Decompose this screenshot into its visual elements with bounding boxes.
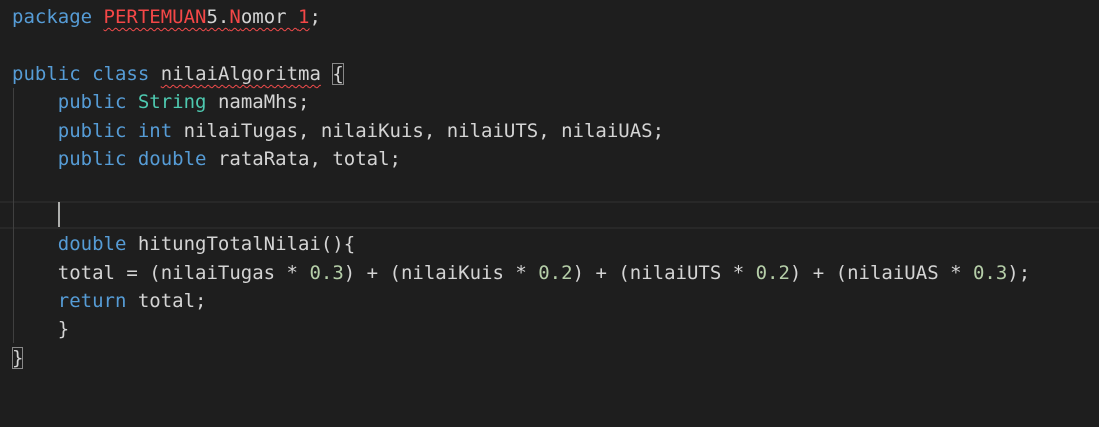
package-name-segment: PERTEMUAN xyxy=(103,6,207,28)
class-name: nilaiAlgoritma xyxy=(160,63,321,85)
code-line-field-namaMhs[interactable]: public String namaMhs; xyxy=(12,88,310,116)
current-line-highlight xyxy=(0,201,1099,229)
number-literal: 0.2 xyxy=(755,262,790,284)
code-line-class-declaration[interactable]: public class nilaiAlgoritma { xyxy=(12,60,344,88)
expression-part: ) + (nilaiUAS * xyxy=(789,262,973,284)
keyword-return: return xyxy=(57,290,127,312)
number-literal: 0.2 xyxy=(538,262,573,284)
type-string: String xyxy=(137,91,207,113)
field-declaration: namaMhs; xyxy=(206,91,310,113)
code-line-field-double[interactable]: public double rataRata, total; xyxy=(12,145,401,173)
code-line-package[interactable]: package PERTEMUAN5.Nomor 1; xyxy=(12,3,321,31)
close-brace: } xyxy=(12,347,24,369)
number-literal: 0.3 xyxy=(309,262,344,284)
code-line-return[interactable]: return total; xyxy=(12,287,207,315)
code-editor[interactable]: package PERTEMUAN5.Nomor 1; public class… xyxy=(0,0,1099,427)
package-name-segment: 5. xyxy=(206,6,230,28)
package-name-segment: 1 xyxy=(298,6,310,28)
field-declaration: rataRata, total; xyxy=(206,148,401,170)
code-line-class-close[interactable]: } xyxy=(12,344,24,372)
close-brace: } xyxy=(57,318,70,340)
text-cursor xyxy=(58,202,60,227)
code-line-method-signature[interactable]: double hitungTotalNilai(){ xyxy=(12,230,355,258)
package-name-segment: N xyxy=(229,6,241,28)
expression-part: ) + (nilaiUTS * xyxy=(572,262,756,284)
keyword-public: public xyxy=(57,148,127,170)
expression-part: total = (nilaiTugas * xyxy=(57,262,310,284)
keyword-public: public xyxy=(57,91,127,113)
keyword-public: public xyxy=(57,120,127,142)
type-double: double xyxy=(57,233,127,255)
package-name-segment: omor xyxy=(240,6,299,28)
type-double: double xyxy=(137,148,207,170)
code-line-total-assignment[interactable]: total = (nilaiTugas * 0.3) + (nilaiKuis … xyxy=(12,259,1030,287)
method-name: hitungTotalNilai(){ xyxy=(126,233,356,255)
keyword-package: package xyxy=(12,6,93,28)
expression-part: ) + (nilaiKuis * xyxy=(343,262,539,284)
code-line-method-close[interactable]: } xyxy=(12,315,69,343)
field-declaration: nilaiTugas, nilaiKuis, nilaiUTS, nilaiUA… xyxy=(172,120,665,142)
code-line-field-int[interactable]: public int nilaiTugas, nilaiKuis, nilaiU… xyxy=(12,117,664,145)
number-literal: 0.3 xyxy=(972,262,1008,284)
return-value: total; xyxy=(126,290,207,312)
keyword-public: public xyxy=(12,63,81,85)
keyword-class: class xyxy=(92,63,150,85)
open-brace: { xyxy=(332,63,344,85)
expression-part: ); xyxy=(1007,262,1031,284)
type-int: int xyxy=(137,120,173,142)
semicolon: ; xyxy=(309,6,321,28)
